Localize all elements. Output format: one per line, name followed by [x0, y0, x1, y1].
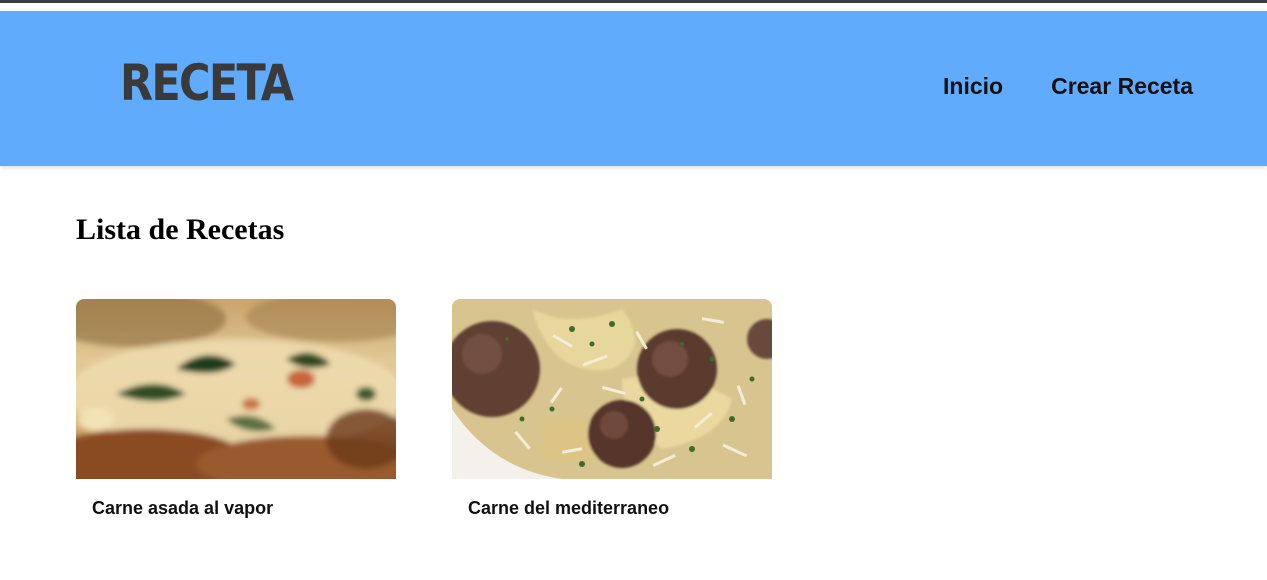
recipe-title[interactable]: Carne del mediterraneo: [468, 499, 669, 517]
nav-link-inicio[interactable]: Inicio: [943, 75, 1003, 98]
site-logo[interactable]: RECETA: [120, 58, 294, 108]
main-nav: Inicio Crear Receta: [943, 75, 1193, 98]
top-border: [0, 0, 1267, 3]
recipe-card[interactable]: Carne asada al vapor: [76, 299, 396, 539]
recipe-image[interactable]: [76, 299, 396, 479]
nav-link-crear-receta[interactable]: Crear Receta: [1051, 75, 1193, 98]
site-header: RECETA Inicio Crear Receta: [0, 11, 1267, 166]
recipe-image[interactable]: [452, 299, 772, 479]
page-title: Lista de Recetas: [76, 213, 285, 246]
recipe-card[interactable]: Carne del mediterraneo: [452, 299, 772, 539]
recipe-title[interactable]: Carne asada al vapor: [92, 499, 273, 517]
